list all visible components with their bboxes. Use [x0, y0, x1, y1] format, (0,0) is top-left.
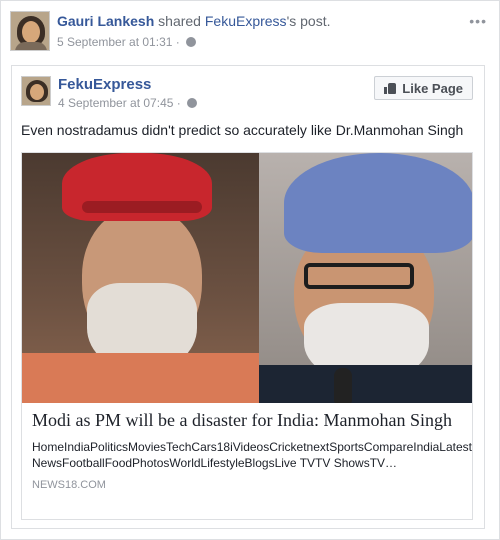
right-portrait	[259, 153, 472, 403]
shared-action: shared	[158, 13, 201, 29]
thumbs-up-icon	[384, 82, 397, 94]
red-turban-band	[82, 201, 202, 213]
link-title[interactable]: Modi as PM will be a disaster for India:…	[32, 409, 466, 431]
link-domain: NEWS18.COM	[32, 479, 106, 491]
like-page-label: Like Page	[402, 80, 463, 96]
kurta	[22, 353, 259, 403]
globe-icon	[186, 37, 197, 47]
link-preview-image[interactable]	[22, 153, 472, 403]
more-options-icon[interactable]: •••	[469, 13, 487, 29]
author-avatar[interactable]	[10, 11, 50, 51]
source-suffix: 's post.	[286, 13, 331, 29]
page-avatar[interactable]	[21, 76, 51, 106]
left-portrait	[22, 153, 259, 403]
page-name[interactable]: FekuExpress	[58, 76, 151, 93]
avatar-face	[30, 84, 44, 100]
microphone	[334, 368, 352, 403]
link-description: HomeIndiaPoliticsMoviesTechCars18iVideos…	[32, 440, 472, 470]
source-link[interactable]: FekuExpress	[205, 13, 287, 29]
link-preview[interactable]: Modi as PM will be a disaster for India:…	[21, 152, 473, 520]
author-name[interactable]: Gauri Lankesh	[57, 13, 154, 29]
post-header: Gauri Lankesh shared FekuExpress's post.	[57, 13, 330, 29]
like-page-button[interactable]: Like Page	[374, 76, 473, 100]
inner-post-meta: 4 September at 07:45 ·	[58, 96, 198, 110]
shared-post-card: Gauri Lankesh shared FekuExpress's post.…	[0, 0, 500, 540]
shared-original-post: FekuExpress 4 September at 07:45 · Like …	[11, 65, 485, 529]
inner-post-timestamp[interactable]: 4 September at 07:45 ·	[58, 96, 181, 110]
link-preview-body: Modi as PM will be a disaster for India:…	[32, 409, 472, 491]
post-meta: 5 September at 01:31 ·	[57, 35, 197, 49]
post-text: Even nostradamus didn't predict so accur…	[21, 122, 464, 138]
blue-turban	[284, 153, 472, 253]
avatar-face	[22, 21, 40, 43]
suit	[259, 365, 472, 403]
post-timestamp[interactable]: 5 September at 01:31 ·	[57, 35, 180, 49]
avatar-body	[15, 42, 47, 50]
globe-icon	[187, 98, 198, 108]
glasses	[304, 263, 414, 289]
